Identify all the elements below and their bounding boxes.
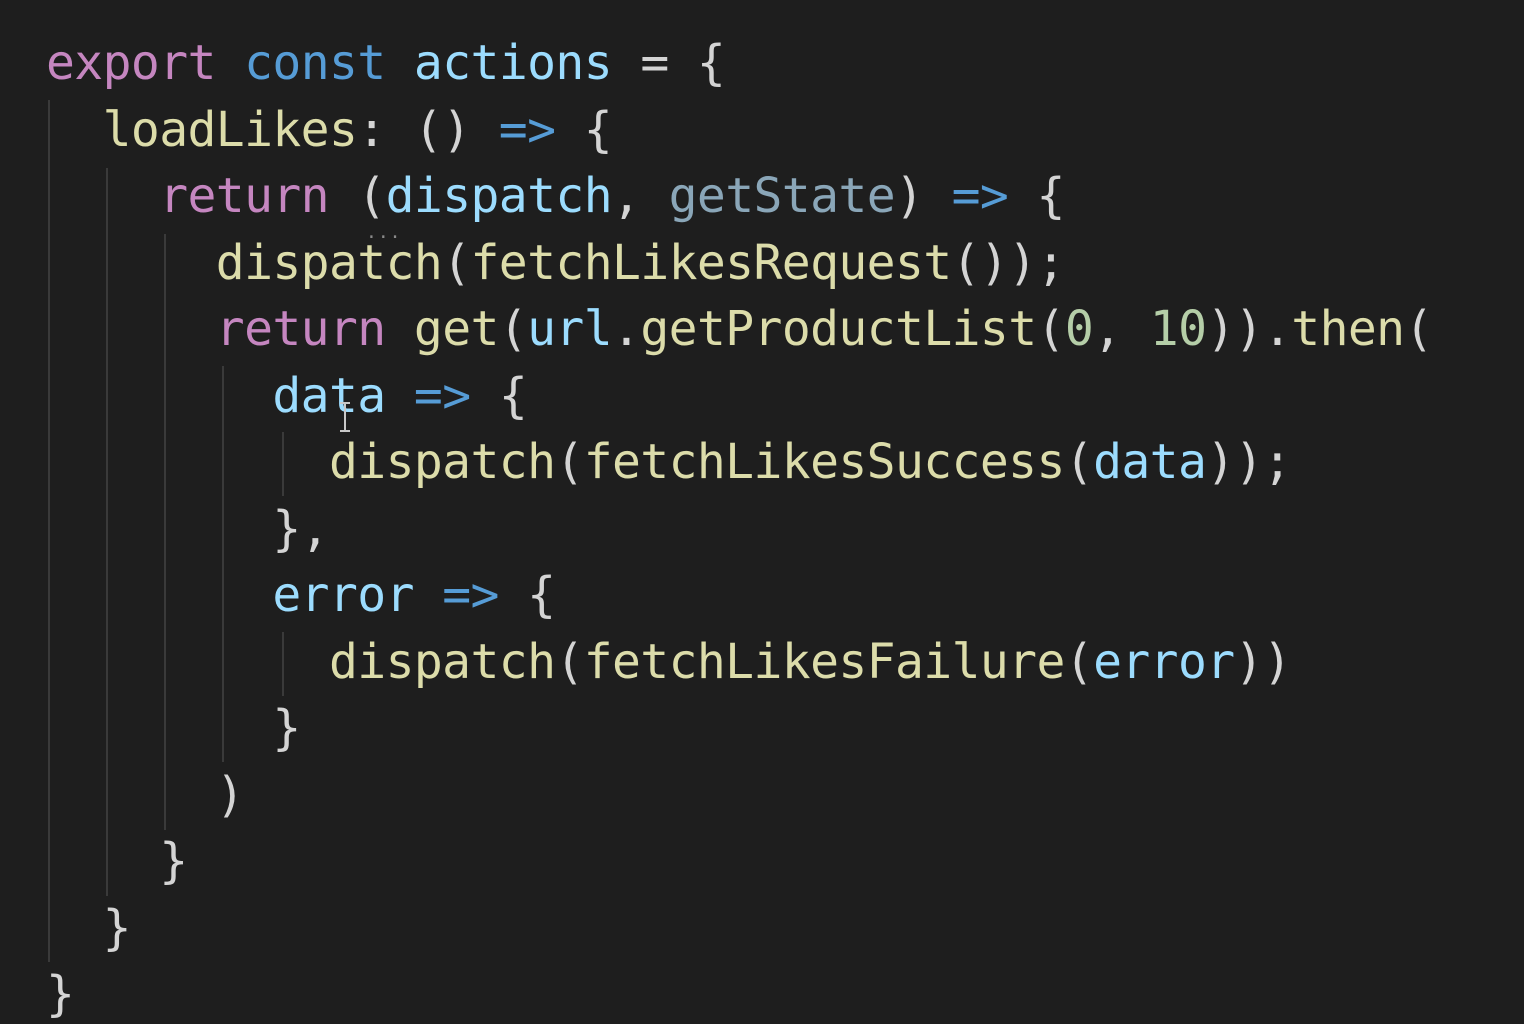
code-token: } <box>46 700 301 756</box>
code-line[interactable]: data => { <box>46 363 1433 430</box>
code-token: get <box>413 301 500 357</box>
code-token: export <box>46 35 216 91</box>
code-token: )); <box>1206 434 1292 490</box>
code-token: ( <box>1064 434 1094 490</box>
code-token: return <box>46 168 329 224</box>
code-token: => <box>442 567 499 623</box>
code-line[interactable]: } <box>46 895 1433 962</box>
code-token: ( <box>555 633 584 690</box>
code-token: fetchLikesFailure <box>583 633 1066 690</box>
code-token: , <box>612 168 669 224</box>
code-token: ( <box>329 168 386 224</box>
code-token: url <box>527 301 613 357</box>
code-line[interactable]: dispatch(fetchLikesRequest()); <box>46 230 1433 297</box>
code-token: => <box>413 367 471 424</box>
code-line[interactable]: error => { <box>46 562 1433 629</box>
code-token: ) <box>895 168 952 224</box>
code-token: getProductList <box>640 301 1037 357</box>
code-token: = { <box>612 35 726 91</box>
parameter-hint-ellipsis: ... <box>366 222 402 243</box>
code-token: loadLikes <box>46 101 358 158</box>
code-token: { <box>1008 168 1066 224</box>
code-token: ( <box>442 234 471 291</box>
code-token: getState <box>668 168 896 224</box>
code-token: } <box>46 966 75 1022</box>
code-line[interactable]: } <box>46 961 1433 1024</box>
code-token: ( <box>1064 633 1094 690</box>
code-token: actions <box>413 35 613 91</box>
code-token: dispatch <box>385 168 613 224</box>
code-token: ( <box>1404 301 1433 357</box>
code-token: . <box>612 301 641 357</box>
code-token: }, <box>46 500 329 557</box>
code-editor[interactable]: export const actions = { loadLikes: () =… <box>0 0 1524 1024</box>
code-token: error <box>1093 633 1235 690</box>
code-token: { <box>498 567 556 623</box>
code-token: ( <box>498 301 528 357</box>
code-token: 10 <box>1149 301 1207 357</box>
code-token: } <box>46 833 188 889</box>
code-line[interactable]: return get(url.getProductList(0, 10)).th… <box>46 296 1434 363</box>
code-line[interactable]: return (dispatch, getState) => { <box>46 163 1433 230</box>
code-token: ( <box>555 434 584 490</box>
code-token: ( <box>1036 301 1066 357</box>
code-token: 0 <box>1064 301 1094 357</box>
code-token: const <box>244 35 386 91</box>
code-token: { <box>555 101 613 158</box>
code-token: : () <box>357 101 499 158</box>
code-token: fetchLikesRequest <box>470 234 953 291</box>
code-token: fetchLikesSuccess <box>583 434 1066 490</box>
code-content[interactable]: export const actions = { loadLikes: () =… <box>46 30 1433 1024</box>
code-token: data <box>1093 434 1207 490</box>
code-token: then <box>1291 301 1405 357</box>
code-line[interactable]: dispatch(fetchLikesFailure(error)) <box>46 629 1433 696</box>
code-line[interactable]: } <box>46 828 1433 895</box>
code-token: { <box>470 367 528 424</box>
code-token: dispatch <box>46 633 556 690</box>
code-line[interactable]: loadLikes: () => { <box>46 97 1433 164</box>
code-token: )). <box>1206 301 1292 357</box>
code-token: , <box>1093 301 1150 357</box>
code-line[interactable]: export const actions = { <box>46 30 1433 97</box>
code-token: dispatch <box>46 434 556 490</box>
code-token: => <box>498 101 556 158</box>
code-token: data <box>46 367 386 424</box>
code-line[interactable]: }, <box>46 496 1433 563</box>
code-token: => <box>951 168 1009 224</box>
text-cursor-icon <box>340 402 350 432</box>
code-token: ()); <box>951 234 1066 291</box>
code-token: ) <box>46 766 245 823</box>
code-token: return <box>46 301 386 357</box>
code-token: error <box>46 567 414 623</box>
code-line[interactable]: } <box>46 695 1433 762</box>
code-token: } <box>46 899 132 956</box>
code-line[interactable]: dispatch(fetchLikesSuccess(data)); <box>46 429 1433 496</box>
code-token: )) <box>1234 633 1292 690</box>
code-line[interactable]: ) <box>46 762 1433 829</box>
